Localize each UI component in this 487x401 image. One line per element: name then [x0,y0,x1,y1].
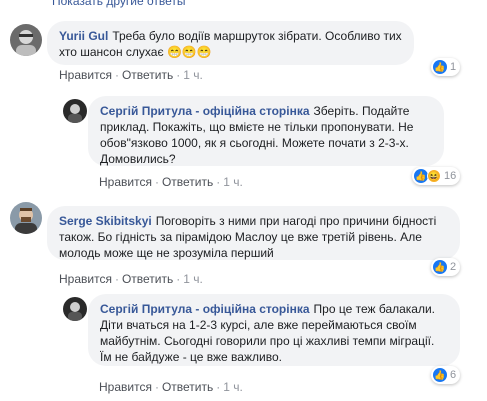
avatar[interactable] [63,297,87,321]
like-icon: 👍 [433,60,447,74]
avatar[interactable] [10,202,42,234]
like-icon: 👍 [433,260,447,274]
like-button[interactable]: Нравится [59,272,112,286]
comment-author[interactable]: Serge Skibitskyi [59,214,152,228]
comment-author[interactable]: Сергій Притула - офіційна сторінка [100,104,310,118]
like-button[interactable]: Нравится [99,175,152,189]
like-button[interactable]: Нравится [59,68,112,82]
reaction-count[interactable]: 👍 😆 16 [412,167,461,185]
reply-button[interactable]: Ответить [122,272,173,286]
grin-emoji: 😁😁😁 [166,45,212,59]
reply-button[interactable]: Ответить [162,380,213,394]
like-button[interactable]: Нравится [99,380,152,394]
haha-icon: 😆 [427,169,441,183]
like-icon: 👍 [433,368,447,382]
comment-actions: Нравится · Ответить · 1 ч. [99,380,243,394]
comment-author[interactable]: Сергій Притула - офіційна сторінка [100,302,310,316]
comment-text: Треба було водіїв маршруток зібрати. Осо… [59,29,402,59]
timestamp[interactable]: 1 ч. [183,272,203,286]
comment-author[interactable]: Yurii Gul [59,29,108,43]
comment-bubble: Сергій Притула - офіційна сторінка Зберіт… [88,96,444,166]
reply-button[interactable]: Ответить [122,68,173,82]
reaction-count[interactable]: 👍 1 [431,58,461,76]
comment-actions: Нравится · Ответить · 1 ч. [59,272,203,286]
avatar[interactable] [63,99,87,123]
comment-bubble: Serge Skibitskyi Поговоріть з ними при на… [47,206,460,260]
reaction-count[interactable]: 👍 2 [431,258,461,276]
timestamp[interactable]: 1 ч. [223,380,243,394]
comment-bubble: Сергій Притула - офіційна сторінка Про це… [88,294,460,366]
timestamp[interactable]: 1 ч. [183,68,203,82]
comment-actions: Нравится · Ответить · 1 ч. [59,68,203,82]
show-more-replies-link[interactable]: Показать другие ответы [52,0,186,8]
like-icon: 👍 [414,169,428,183]
comment-bubble: Yurii Gul Треба було водіїв маршруток зіб… [47,21,414,65]
avatar[interactable] [10,24,42,56]
reaction-count[interactable]: 👍 6 [431,366,461,384]
reply-button[interactable]: Ответить [162,175,213,189]
comment-actions: Нравится · Ответить · 1 ч. [99,175,243,189]
timestamp[interactable]: 1 ч. [223,175,243,189]
